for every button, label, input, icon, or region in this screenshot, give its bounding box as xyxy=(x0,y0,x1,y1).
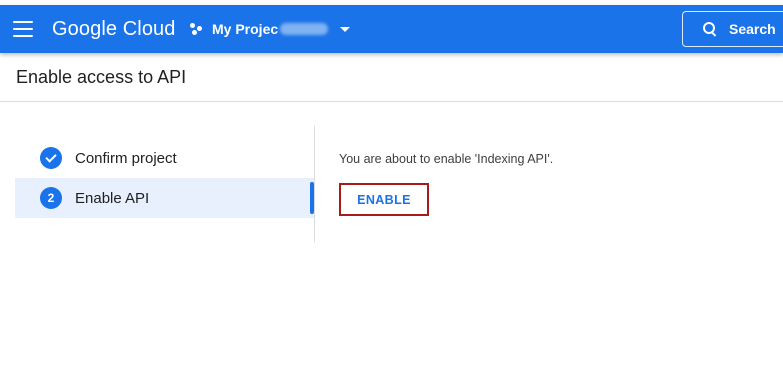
top-app-bar: Google Cloud My Projec Search xyxy=(0,5,783,53)
redacted-project-id xyxy=(280,23,329,35)
step-enable-api[interactable]: 2 Enable API xyxy=(15,178,315,218)
check-icon xyxy=(40,147,62,169)
stepper: Confirm project 2 Enable API xyxy=(15,138,315,218)
vertical-divider xyxy=(314,126,315,242)
project-name: My Projec xyxy=(212,21,279,37)
enable-button-label: ENABLE xyxy=(357,192,411,207)
enable-message: You are about to enable 'Indexing API'. xyxy=(339,152,554,166)
step-confirm-project[interactable]: Confirm project xyxy=(15,138,315,178)
page-title: Enable access to API xyxy=(16,67,187,87)
menu-icon[interactable] xyxy=(13,21,33,37)
step-label: Enable API xyxy=(75,189,150,207)
project-picker[interactable]: My Projec xyxy=(190,17,351,41)
page-header: Enable access to API xyxy=(0,53,783,102)
search-label: Search xyxy=(729,21,776,37)
project-icon xyxy=(190,22,204,36)
search-button[interactable]: Search xyxy=(682,11,783,47)
enable-button[interactable]: ENABLE xyxy=(339,183,429,216)
step-label: Confirm project xyxy=(75,149,177,167)
brand-logo[interactable]: Google Cloud xyxy=(52,16,176,42)
chevron-down-icon xyxy=(340,26,351,32)
step-number-badge: 2 xyxy=(40,187,62,209)
search-icon xyxy=(703,22,717,36)
